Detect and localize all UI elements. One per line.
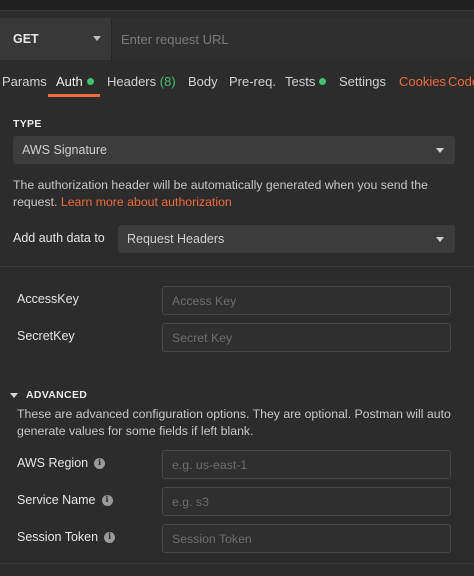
advanced-description: These are advanced configuration options… <box>17 407 451 438</box>
aws-region-text: AWS Region <box>17 456 89 470</box>
chevron-down-icon <box>436 148 444 153</box>
tab-label: Code <box>448 74 474 89</box>
info-icon[interactable]: i <box>104 531 116 543</box>
tab-label: Pre-req. <box>229 74 276 89</box>
add-auth-to-text: Add auth data to <box>13 231 105 245</box>
request-tabs: Params Auth Headers (8) Body Pre-req. Te… <box>0 70 474 98</box>
service-name-input[interactable]: e.g. s3 <box>162 487 451 516</box>
tab-params[interactable]: Params <box>2 74 47 89</box>
learn-more-link[interactable]: Learn more about authorization <box>61 195 232 209</box>
session-token-label: Session Token i <box>17 530 116 544</box>
tab-auth[interactable]: Auth <box>56 74 94 89</box>
request-bar: GET Enter request URL <box>0 18 474 60</box>
service-name-placeholder: e.g. s3 <box>172 494 209 509</box>
tab-label: Auth <box>56 74 83 89</box>
add-auth-to-label: Add auth data to <box>13 231 105 245</box>
info-icon[interactable]: i <box>101 494 113 506</box>
tab-label: Body <box>188 74 218 89</box>
session-token-placeholder: Session Token <box>172 531 252 546</box>
tab-count-badge: (8) <box>159 74 176 89</box>
session-token-input[interactable]: Session Token <box>162 524 451 553</box>
method-select[interactable]: GET <box>0 18 111 60</box>
service-name-text: Service Name <box>17 493 96 507</box>
info-icon[interactable]: i <box>94 457 106 469</box>
aws-region-input[interactable]: e.g. us-east-1 <box>162 450 451 479</box>
auth-type-select[interactable]: AWS Signature <box>13 136 455 164</box>
aws-region-placeholder: e.g. us-east-1 <box>172 457 248 472</box>
status-dot-icon <box>86 78 94 85</box>
code-link[interactable]: Code <box>448 74 474 89</box>
method-label: GET <box>13 32 39 46</box>
tab-label: Cookies <box>399 74 446 89</box>
secret-key-placeholder: Secret Key <box>172 330 233 345</box>
type-label: TYPE <box>13 118 42 130</box>
service-name-label: Service Name i <box>17 493 113 507</box>
status-dot-icon <box>319 78 327 85</box>
tab-label: Headers <box>107 74 157 89</box>
caret-down-icon <box>10 392 18 398</box>
tab-headers[interactable]: Headers (8) <box>107 74 176 89</box>
advanced-heading: ADVANCED <box>26 389 88 401</box>
chevron-down-icon <box>93 36 101 41</box>
tab-label: Params <box>2 74 47 89</box>
url-placeholder: Enter request URL <box>121 31 229 47</box>
tab-label: Settings <box>339 74 386 89</box>
chevron-down-icon <box>436 237 444 242</box>
tab-settings[interactable]: Settings <box>339 74 386 89</box>
secret-key-input[interactable]: Secret Key <box>162 323 451 352</box>
access-key-label: AccessKey <box>17 292 79 306</box>
add-auth-to-select[interactable]: Request Headers <box>118 225 455 253</box>
tab-body[interactable]: Body <box>188 74 218 89</box>
access-key-input[interactable]: Access Key <box>162 286 451 315</box>
session-token-text: Session Token <box>17 530 99 544</box>
tab-label: Tests <box>285 74 316 89</box>
active-tab-indicator <box>48 94 100 97</box>
access-key-placeholder: Access Key <box>172 293 237 308</box>
top-strip <box>0 0 474 11</box>
section-divider <box>0 266 474 267</box>
url-input[interactable]: Enter request URL <box>111 18 474 60</box>
secret-key-text: SecretKey <box>17 329 75 343</box>
tab-pre-request[interactable]: Pre-req. <box>229 74 276 89</box>
aws-region-label: AWS Region i <box>17 456 106 470</box>
bottom-divider <box>0 563 474 564</box>
cookies-link[interactable]: Cookies <box>399 74 446 89</box>
advanced-toggle[interactable]: ADVANCED <box>10 389 87 401</box>
add-auth-to-value: Request Headers <box>127 232 225 246</box>
auth-type-value: AWS Signature <box>22 143 107 157</box>
auth-description: The authorization header will be automat… <box>13 177 463 210</box>
access-key-text: AccessKey <box>17 292 79 306</box>
tab-tests[interactable]: Tests <box>285 74 327 89</box>
secret-key-label: SecretKey <box>17 329 75 343</box>
